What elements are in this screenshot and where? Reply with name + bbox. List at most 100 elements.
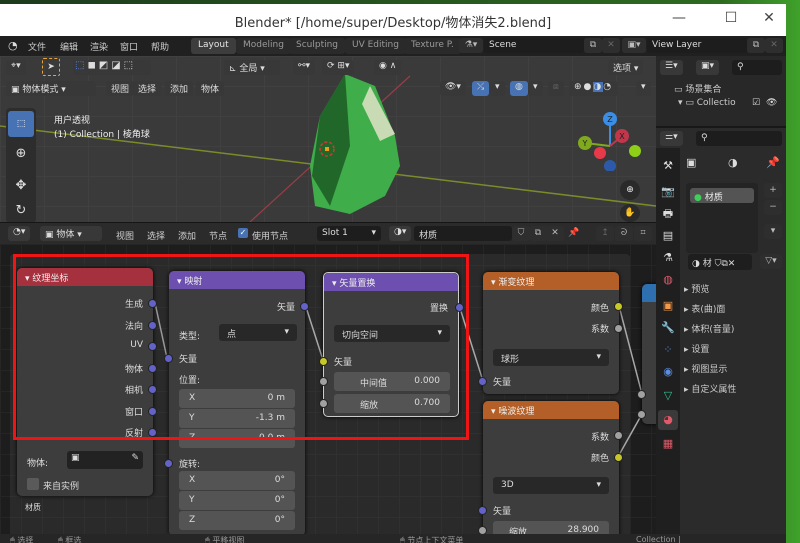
pan-view-icon[interactable]: ✋ <box>620 204 640 222</box>
object-field[interactable]: ▣ ✎ <box>67 451 143 469</box>
options-dropdown[interactable]: 选项 ▾ <box>608 60 644 75</box>
node-noise-texture[interactable]: ▾ 噪波纹理 系数 颜色 3D ▾ 矢量 缩放 28.900 <box>478 401 623 534</box>
material-datablock[interactable]: ◑ 材 ⛉⧉✕ <box>688 254 752 270</box>
material-slot-list[interactable]: ● 材质 <box>686 183 758 253</box>
tab-modifier-icon[interactable]: 🔧 <box>658 318 678 338</box>
outliner-display-mode-icon[interactable]: ☰▾ <box>660 60 683 75</box>
close-button[interactable]: ✕ <box>757 10 781 30</box>
zoom-view-icon[interactable]: ⊕ <box>620 180 640 200</box>
socket-vector-in[interactable] <box>478 506 487 515</box>
remove-slot-button[interactable]: − <box>764 200 782 215</box>
gradient-type-dropdown[interactable]: 球形 ▾ <box>493 349 609 366</box>
falloff-icon[interactable]: ◉ ∧ <box>374 60 402 75</box>
parent-node-tree-icon[interactable]: ↥ <box>596 226 614 241</box>
tab-modeling[interactable]: Modeling <box>236 38 291 54</box>
viewport-menu-object[interactable]: 物体 <box>196 81 225 96</box>
add-slot-button[interactable]: + <box>764 183 782 198</box>
material-slot-item[interactable]: ● 材质 <box>690 188 754 203</box>
tool-select-box[interactable]: ⬚ <box>8 111 34 137</box>
tab-object-icon[interactable]: ▣ <box>658 296 678 316</box>
noise-dimensions-dropdown[interactable]: 3D ▾ <box>493 477 609 494</box>
scene-selector-icon[interactable]: ⚗▾ <box>459 38 483 53</box>
material-context-icon[interactable]: ◑ <box>728 156 738 169</box>
3d-viewport[interactable]: ⌖▾ ➤ ⬚◼◩◪⬚ ⊾ 全局 ▾ ⚯▾ ⟳ ⊞▾ ◉ ∧ 选项 ▾ ▣ 物体模… <box>0 56 656 222</box>
tab-tool-icon[interactable]: ⚒ <box>658 156 678 176</box>
shading-dropdown-icon[interactable]: ▾ <box>636 81 651 96</box>
mode-dropdown[interactable]: ▣ 物体模式 ▾ <box>6 81 96 96</box>
slot-dropdown[interactable]: Slot 1 ▾ <box>317 226 381 241</box>
orientation-dropdown[interactable]: ⊾ 全局 ▾ <box>224 60 280 75</box>
tab-world-icon[interactable]: ◍ <box>658 270 678 290</box>
rotation-z-field[interactable]: Z 0° <box>179 511 295 530</box>
node-menu-add[interactable]: 添加 <box>178 229 196 242</box>
snap-element-icon[interactable]: ⌗ <box>634 226 652 241</box>
tab-particles-icon[interactable]: ⁘ <box>658 340 678 360</box>
node-gradient-texture[interactable]: ▾ 渐变纹理 颜色 系数 球形 ▾ 矢量 <box>478 272 623 394</box>
unlink-material-icon[interactable]: ✕ <box>546 226 564 241</box>
socket-color1-in[interactable] <box>637 390 646 399</box>
editor-type-icon[interactable]: ◔▾ <box>8 226 31 241</box>
tool-cursor-icon[interactable]: ⊕ <box>8 142 34 166</box>
duplicate-material-icon[interactable]: ⧉ <box>529 226 547 241</box>
material-link-dropdown[interactable]: ▽▾ <box>760 254 782 269</box>
panel-surface[interactable]: ▸ 表(曲)面 <box>684 302 725 320</box>
fake-user-icon[interactable]: ⛉ <box>512 226 530 241</box>
scene-name-field[interactable]: Scene <box>484 38 584 53</box>
tab-material-icon[interactable]: ◕ <box>658 410 678 430</box>
blender-logo-icon[interactable]: ◔ <box>8 39 18 52</box>
tool-move-icon[interactable]: ✥ <box>8 174 34 198</box>
node-output-partial[interactable] <box>642 284 656 424</box>
socket-color-out[interactable] <box>614 302 623 311</box>
object-context-icon[interactable]: ▣ <box>686 156 696 169</box>
snap-icon[interactable]: ⚯▾ <box>293 60 316 75</box>
tool-rotate-icon[interactable]: ↻ <box>8 200 34 222</box>
viewport-menu-view[interactable]: 视图 <box>106 81 135 96</box>
tab-render-icon[interactable]: 📷 <box>658 182 678 202</box>
socket-scale-in[interactable] <box>478 526 487 534</box>
menu-window[interactable]: 窗口 <box>120 40 138 53</box>
gizmo-toggle-icon[interactable]: ⤯ <box>472 81 490 96</box>
tab-view-layer-icon[interactable]: ▤ <box>658 226 678 246</box>
socket-factor-out[interactable] <box>614 324 623 333</box>
node-menu-node[interactable]: 节点 <box>209 229 227 242</box>
snap-node-icon[interactable]: ᘐ <box>615 226 633 241</box>
transform-pivot-icon[interactable]: ⌖▾ <box>6 60 26 75</box>
shading-mode-icons[interactable]: ⊕●◑◔ <box>569 81 619 96</box>
panel-viewport-display[interactable]: ▸ 视图显示 <box>684 362 727 380</box>
overlay-dropdown-icon[interactable]: ▾ <box>528 81 543 96</box>
socket-location-in[interactable] <box>164 459 173 468</box>
node-menu-view[interactable]: 视图 <box>116 229 134 242</box>
new-view-layer-icon[interactable]: ⧉ <box>747 38 765 53</box>
from-instancer-checkbox[interactable] <box>27 478 39 490</box>
eyedropper-icon[interactable]: ✎ <box>131 453 139 463</box>
tab-texture-icon[interactable]: ▦ <box>658 434 678 454</box>
view-layer-field[interactable]: View Layer <box>647 38 747 53</box>
tab-object-data-icon[interactable]: ▽ <box>658 386 678 406</box>
scene-collection-row[interactable]: ▭ 场景集合 <box>674 82 721 95</box>
use-nodes-checkbox[interactable]: ✓ <box>238 228 248 238</box>
socket-color2-in[interactable] <box>637 410 646 419</box>
view-layer-selector-icon[interactable]: ▣▾ <box>622 38 646 53</box>
delete-view-layer-icon[interactable]: ✕ <box>765 38 783 53</box>
slot-specials-button[interactable]: ▾ <box>764 224 782 239</box>
selection-mode-icons[interactable]: ⬚◼◩◪⬚ <box>73 60 151 75</box>
xray-icon[interactable]: ⧈ <box>548 81 564 96</box>
collection-row[interactable]: ▾ ▭ Collectio <box>678 98 736 108</box>
maximize-button[interactable]: ☐ <box>719 10 743 30</box>
menu-edit[interactable]: 编辑 <box>60 40 78 53</box>
tab-scene-icon[interactable]: ⚗ <box>658 248 678 268</box>
minimize-button[interactable]: — <box>667 10 691 30</box>
menu-file[interactable]: 文件 <box>28 40 46 53</box>
delete-scene-icon[interactable]: ✕ <box>602 38 620 53</box>
socket-color-out[interactable] <box>614 453 623 462</box>
shader-type-dropdown[interactable]: ▣ 物体 ▾ <box>40 226 102 241</box>
node-menu-select[interactable]: 选择 <box>147 229 165 242</box>
tab-sculpting[interactable]: Sculpting <box>289 38 346 54</box>
overlay-toggle-icon[interactable]: ◍ <box>510 81 528 96</box>
pin-icon[interactable]: 📌 <box>568 228 579 238</box>
outliner-search-field[interactable]: ⚲ <box>732 60 782 75</box>
collection-checkbox[interactable]: ☑ <box>752 98 760 108</box>
proportional-edit-icon[interactable]: ⟳ ⊞▾ <box>322 60 355 75</box>
menu-render[interactable]: 渲染 <box>90 40 108 53</box>
panel-preview[interactable]: ▸ 预览 <box>684 282 709 300</box>
